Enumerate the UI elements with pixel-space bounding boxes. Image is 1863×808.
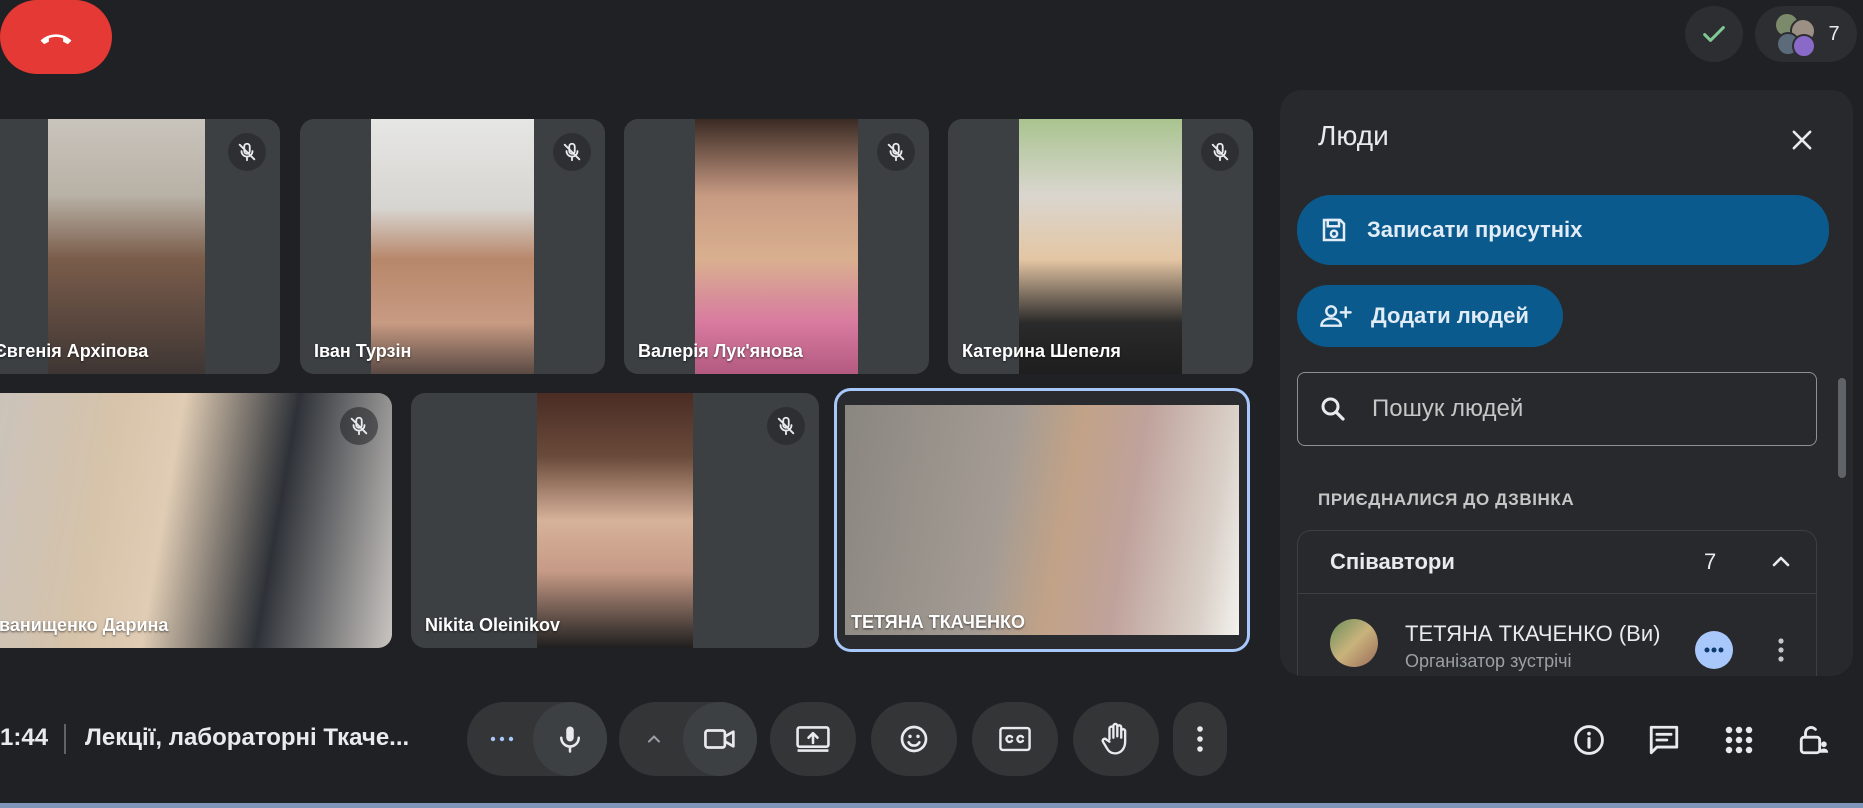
more-vert-icon — [1197, 726, 1203, 752]
mic-off-icon — [767, 407, 805, 445]
mic-off-icon — [877, 133, 915, 171]
more-vert-icon — [1778, 638, 1784, 662]
meeting-details-button[interactable] — [1564, 715, 1614, 765]
audio-control-group — [467, 702, 607, 776]
more-options-button[interactable] — [1173, 702, 1227, 776]
info-icon — [1574, 725, 1604, 755]
contributors-group: Співавтори 7 ТЕТЯНА ТКАЧЕНКО (Ви) Органі… — [1297, 530, 1817, 676]
emoji-icon — [900, 725, 928, 753]
close-panel-button[interactable] — [1778, 116, 1826, 164]
participant-video — [1019, 119, 1182, 374]
more-horiz-icon — [490, 736, 514, 742]
group-count: 7 — [1704, 549, 1717, 574]
participant-name: Євгенія Архіпова — [0, 341, 149, 361]
record-attendance-label: Записати присутніх — [1367, 217, 1583, 242]
people-panel: Люди Записати присутніх Додати людей ПРИ… — [1280, 90, 1853, 676]
participants-avatars — [1772, 12, 1817, 58]
person-add-icon — [1320, 305, 1352, 327]
speaking-indicator-button[interactable] — [1695, 631, 1733, 669]
more-horiz-icon — [1704, 647, 1724, 653]
participant-tile-active[interactable]: ТЕТЯНА ТКАЧЕНКО — [834, 388, 1250, 652]
chevron-up-icon — [1772, 556, 1790, 567]
camera-button[interactable] — [683, 702, 757, 776]
member-row[interactable]: ТЕТЯНА ТКАЧЕНКО (Ви) Організатор зустріч… — [1298, 595, 1816, 676]
participant-video — [845, 405, 1239, 635]
activities-button[interactable] — [1714, 715, 1764, 765]
check-status-button[interactable] — [1685, 6, 1743, 62]
divider — [64, 724, 66, 754]
apps-grid-icon — [1725, 726, 1753, 754]
participant-name: Валерія Лук'янова — [638, 341, 803, 361]
member-role: Організатор зустрічі — [1405, 651, 1572, 671]
collapse-group-button[interactable] — [1760, 541, 1802, 583]
participant-tile[interactable]: Катерина Шепеля — [948, 119, 1253, 374]
participant-tile[interactable]: Євгенія Архіпова — [0, 119, 280, 374]
participant-tile[interactable]: Іван Турзін — [300, 119, 605, 374]
joined-section-heading: ПРИЄДНАЛИСЯ ДО ДЗВІНКА — [1318, 490, 1575, 509]
member-name: ТЕТЯНА ТКАЧЕНКО (Ви) — [1405, 621, 1661, 646]
raise-hand-button[interactable] — [1073, 702, 1159, 776]
search-people-input[interactable] — [1370, 394, 1774, 424]
panel-title: Люди — [1318, 120, 1389, 151]
participant-video — [695, 119, 858, 374]
participant-name: ТЕТЯНА ТКАЧЕНКО — [851, 612, 1025, 632]
add-people-label: Додати людей — [1371, 303, 1529, 328]
audio-options-button[interactable] — [475, 702, 529, 776]
participant-name: Іванищенко Дарина — [0, 615, 169, 635]
present-to-all-icon — [796, 726, 830, 752]
add-people-button[interactable]: Додати людей — [1297, 285, 1563, 347]
participant-video — [0, 393, 392, 648]
closed-caption-icon — [999, 726, 1031, 752]
hand-icon — [1101, 722, 1127, 755]
mic-off-icon — [1201, 133, 1239, 171]
panel-scrollbar[interactable] — [1838, 378, 1846, 478]
video-options-button[interactable] — [627, 702, 681, 776]
participants-button[interactable]: 7 — [1755, 6, 1857, 62]
bottom-edge-line — [0, 803, 1863, 808]
meeting-clock: 1:44 — [0, 724, 49, 751]
reactions-button[interactable] — [871, 702, 957, 776]
mic-off-icon — [228, 133, 266, 171]
present-screen-button[interactable] — [770, 702, 856, 776]
search-icon — [1321, 397, 1345, 421]
group-label: Співавтори — [1330, 549, 1455, 574]
chevron-up-icon — [648, 735, 660, 743]
captions-button[interactable] — [972, 702, 1058, 776]
participant-tile[interactable]: Nikita Oleinikov — [411, 393, 819, 648]
mic-off-icon — [553, 133, 591, 171]
chat-icon — [1649, 725, 1679, 755]
record-attendance-button[interactable]: Записати присутніх — [1297, 195, 1829, 265]
avatar — [1330, 619, 1378, 667]
mic-off-icon — [340, 407, 378, 445]
participant-name: Nikita Oleinikov — [425, 615, 561, 635]
call-end-icon — [40, 34, 72, 45]
close-icon — [1792, 130, 1812, 150]
participant-name: Іван Турзін — [314, 341, 412, 361]
contributors-group-header[interactable]: Співавтори 7 — [1298, 531, 1816, 594]
participant-video — [371, 119, 534, 374]
meeting-title: Лекції, лабораторні Ткаче... — [85, 724, 410, 751]
microphone-button[interactable] — [533, 702, 607, 776]
participant-tile[interactable]: Валерія Лук'янова — [624, 119, 929, 374]
participant-video — [537, 393, 693, 648]
participants-count: 7 — [1828, 22, 1840, 45]
participant-video — [48, 119, 205, 374]
participant-name: Катерина Шепеля — [962, 341, 1121, 361]
host-controls-button[interactable] — [1789, 715, 1839, 765]
videocam-icon — [704, 729, 735, 749]
search-people-field[interactable] — [1297, 372, 1817, 446]
mic-icon — [560, 726, 580, 753]
check-icon — [1703, 26, 1725, 42]
participant-tile[interactable]: Іванищенко Дарина — [0, 393, 392, 648]
save-icon — [1322, 218, 1346, 242]
lock-person-icon — [1799, 726, 1829, 755]
chat-button[interactable] — [1639, 715, 1689, 765]
member-options-button[interactable] — [1760, 629, 1802, 671]
video-control-group — [619, 702, 757, 776]
leave-call-button[interactable] — [0, 0, 112, 74]
